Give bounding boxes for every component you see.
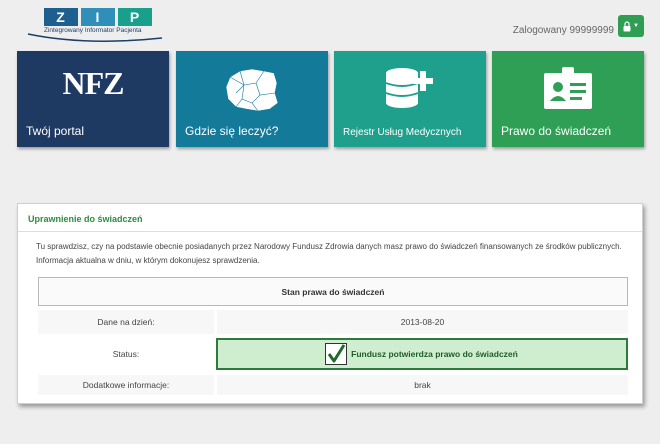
- panel-divider: [18, 231, 642, 232]
- status-badge: Fundusz potwierdza prawo do świadczeń: [215, 338, 628, 370]
- tile-label: Rejestr Usług Medycznych: [343, 127, 462, 138]
- tile-label: Twój portal: [26, 124, 85, 138]
- chevron-down-icon: ▼: [633, 23, 639, 29]
- table-header: Stan prawa do świadczeń: [38, 277, 628, 306]
- id-badge-icon: [544, 67, 592, 109]
- logo-letter-i: I: [81, 8, 115, 26]
- login-status: Zalogowany 99999999: [512, 25, 614, 36]
- checkmark-icon: [325, 343, 348, 365]
- logo-swoosh-icon: [27, 33, 163, 42]
- row-label-status: Status:: [112, 349, 140, 359]
- logo-letter-z: Z: [44, 8, 78, 26]
- table-row: Dodatkowe informacje: brak: [38, 375, 628, 395]
- tile-twoj-portal[interactable]: NFZ Twój portal: [17, 51, 169, 147]
- poland-map-icon: [225, 68, 279, 112]
- panel-description: Tu sprawdzisz, czy na podstawie obecnie …: [36, 242, 622, 265]
- tile-label: Gdzie się leczyć?: [185, 124, 279, 138]
- status-text: Fundusz potwierdza prawo do świadczeń: [351, 349, 518, 359]
- account-menu-button[interactable]: ▼: [618, 15, 644, 37]
- row-value-info: brak: [217, 375, 628, 395]
- row-value-date: 2013-08-20: [217, 310, 628, 334]
- uprawnienie-panel: Uprawnienie do świadczeń Tu sprawdzisz, …: [17, 203, 643, 404]
- tile-rejestr-uslug[interactable]: Rejestr Usług Medycznych: [334, 51, 486, 147]
- database-plus-icon: [385, 68, 433, 108]
- table-row: Dane na dzień: 2013-08-20: [38, 310, 628, 334]
- table-row: Status: Fundusz potwierdza prawo do świa…: [38, 337, 628, 371]
- zip-logo[interactable]: Z I P Zintegrowany Informator Pacjenta: [26, 8, 166, 44]
- tile-prawo-do-swiadczen[interactable]: Prawo do świadczeń: [492, 51, 644, 147]
- nfz-logo-icon: NFZ: [62, 65, 125, 101]
- tile-label: Prawo do świadczeń: [501, 124, 612, 138]
- row-label-date: Dane na dzień:: [38, 310, 214, 334]
- panel-title: Uprawnienie do świadczeń: [28, 214, 143, 224]
- header: Z I P Zintegrowany Informator Pacjenta Z…: [0, 0, 660, 48]
- logo-letter-p: P: [118, 8, 152, 26]
- lock-icon: [623, 20, 631, 31]
- row-label-info: Dodatkowe informacje:: [38, 375, 214, 395]
- tile-gdzie-sie-leczyc[interactable]: Gdzie się leczyć?: [176, 51, 328, 147]
